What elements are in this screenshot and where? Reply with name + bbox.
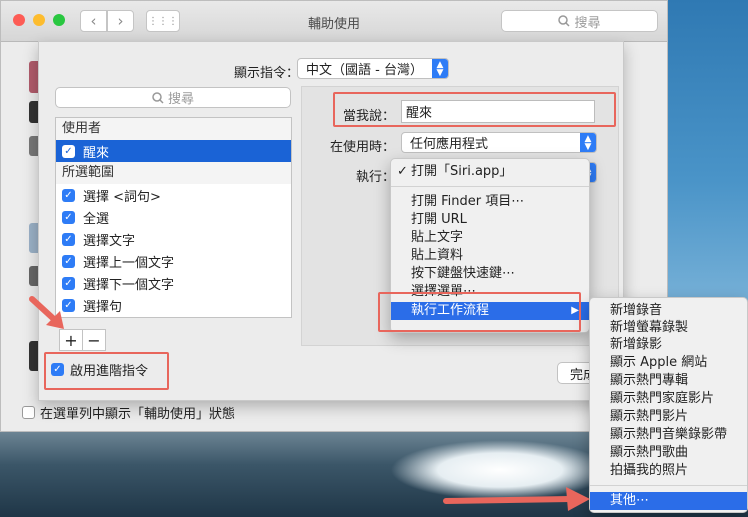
list-item[interactable]: ✓ 選擇上一個文字 — [56, 250, 291, 272]
while-using-value: 任何應用程式 — [410, 137, 489, 152]
show-status-in-menubar-checkbox[interactable]: 在選單列中顯示「輔助使用」狀態 — [22, 403, 235, 422]
popup-stepper-icon: ▲▼ — [432, 59, 448, 78]
list-header-user: 使用者 — [56, 118, 291, 140]
submenu-item[interactable]: 拍攝我的照片 — [590, 462, 747, 479]
menu-item-open-url[interactable]: 打開 URL — [391, 211, 589, 228]
menu-item-paste-data[interactable]: 貼上資料 — [391, 247, 589, 264]
annotation-arrow-icon — [443, 487, 590, 511]
checkmark-icon[interactable]: ✓ — [62, 232, 75, 246]
list-item[interactable]: ✓ 選擇 <詞句> — [56, 184, 291, 206]
submenu-item[interactable]: 顯示熱門歌曲 — [590, 444, 747, 461]
annotation-arrow-icon — [29, 296, 64, 329]
submenu-item[interactable]: 顯示熱門影片 — [590, 408, 747, 425]
show-commands-label: 顯示指令： — [233, 66, 299, 81]
submenu-item[interactable]: 顯示熱門家庭影片 — [590, 390, 747, 407]
submenu-item[interactable]: 新增錄影 — [590, 336, 747, 353]
search-icon — [152, 91, 164, 104]
menu-separator — [391, 186, 589, 187]
annotation-box — [333, 92, 616, 127]
menu-item-label: 貼上文字 — [411, 230, 464, 245]
checkmark-icon[interactable]: ✓ — [62, 276, 75, 290]
checkmark-icon[interactable]: ✓ — [62, 144, 75, 158]
menu-separator — [590, 485, 747, 486]
menu-item-label: 打開 URL — [411, 212, 467, 227]
title-bar: ‹ › ⋮⋮⋮ 輔助使用 搜尋 — [1, 1, 667, 42]
list-item-label: 醒來 — [83, 145, 110, 161]
list-item[interactable]: ✓ 選擇文字 — [56, 228, 291, 250]
while-using-label: 在使用時： — [329, 140, 395, 155]
show-status-label: 在選單列中顯示「輔助使用」狀態 — [40, 407, 236, 422]
list-item-label: 選擇下一個文字 — [83, 277, 175, 293]
menu-item-open-siri[interactable]: ✓ 打開「Siri.app」 — [391, 163, 589, 180]
submenu-item[interactable]: 顯示熱門專輯 — [590, 372, 747, 389]
submenu-item-label: 新增錄影 — [610, 337, 663, 352]
submenu-item[interactable]: 新增錄音 — [590, 302, 747, 319]
checkbox-box[interactable] — [22, 406, 35, 419]
window-search-field[interactable]: 搜尋 — [501, 10, 658, 32]
list-item[interactable]: ✓ 醒來 — [56, 140, 291, 162]
list-item-label: 選擇句 — [83, 299, 123, 315]
list-item-label: 全選 — [83, 211, 110, 227]
while-using-popup[interactable]: 任何應用程式 ▲ ▼ — [401, 132, 597, 153]
submenu-item-other[interactable]: 其他⋯ — [590, 492, 747, 510]
submenu-item-label: 顯示熱門歌曲 — [610, 445, 689, 460]
checkmark-icon: ✓ — [397, 164, 408, 179]
add-command-button[interactable]: + — [60, 330, 83, 350]
annotation-box — [378, 292, 581, 332]
submenu-item-label: 拍攝我的照片 — [610, 463, 689, 478]
list-item[interactable]: ✓ 全選 — [56, 206, 291, 228]
submenu-item[interactable]: 顯示 Apple 網站 — [590, 354, 747, 371]
search-icon — [558, 15, 571, 27]
list-item-label: 選擇 <詞句> — [83, 189, 161, 205]
perform-label: 執行： — [355, 170, 395, 185]
list-item[interactable]: ✓ 選擇下一個文字 — [56, 272, 291, 294]
search-placeholder: 搜尋 — [574, 15, 601, 31]
popup-stepper-icon: ▲▼ — [580, 133, 596, 152]
submenu-item-label: 顯示 Apple 網站 — [610, 355, 708, 370]
menu-item-label: 按下鍵盤快速鍵⋯ — [411, 266, 516, 281]
menu-item-open-finder[interactable]: 打開 Finder 項目⋯ — [391, 193, 589, 210]
remove-command-button[interactable]: − — [83, 330, 105, 350]
submenu-item-label: 其他⋯ — [610, 493, 650, 508]
language-popup[interactable]: 中文（國語 - 台灣） ▲ ▼ — [297, 58, 449, 79]
list-item-label: 選擇上一個文字 — [83, 255, 175, 271]
annotation-box — [44, 352, 169, 390]
menu-item-label: 打開 Finder 項目⋯ — [411, 194, 525, 209]
commands-list[interactable]: 使用者 ✓ 醒來 所選範圍 ✓ 選擇 <詞句> ✓ 全選 ✓ 選擇文字 ✓ 選擇上一個文… — [55, 117, 292, 318]
language-value: 中文（國語 - 台灣） — [306, 63, 423, 78]
list-item-label: 選擇文字 — [83, 233, 136, 249]
add-remove-control: + − — [59, 329, 106, 351]
list-item[interactable]: ✓ 選擇句 — [56, 294, 291, 316]
commands-search-field[interactable]: 搜尋 — [55, 87, 291, 108]
submenu-item-label: 顯示熱門影片 — [610, 409, 689, 424]
submenu-item-label: 顯示熱門家庭影片 — [610, 391, 715, 406]
submenu-item[interactable]: 顯示熱門音樂錄影帶 — [590, 426, 747, 443]
menu-item-keyboard-shortcut[interactable]: 按下鍵盤快速鍵⋯ — [391, 265, 589, 282]
submenu-item-label: 新增螢幕錄製 — [610, 320, 689, 335]
checkmark-icon[interactable]: ✓ — [62, 188, 75, 202]
search-placeholder: 搜尋 — [167, 92, 194, 107]
menu-item-label: 打開「Siri.app」 — [411, 164, 513, 179]
submenu-item[interactable]: 新增螢幕錄製 — [590, 319, 747, 336]
checkmark-icon[interactable]: ✓ — [62, 254, 75, 268]
submenu-item-label: 顯示熱門音樂錄影帶 — [610, 427, 728, 442]
menu-item-label: 貼上資料 — [411, 248, 464, 263]
workflow-submenu: 新增錄音 新增螢幕錄製 新增錄影 顯示 Apple 網站 顯示熱門專輯 顯示熱門… — [589, 297, 748, 513]
menu-item-paste-text[interactable]: 貼上文字 — [391, 229, 589, 246]
submenu-item-label: 新增錄音 — [610, 303, 663, 318]
submenu-item-label: 顯示熱門專輯 — [610, 373, 689, 388]
checkmark-icon[interactable]: ✓ — [62, 210, 75, 224]
list-header-selection: 所選範圍 — [56, 162, 291, 184]
